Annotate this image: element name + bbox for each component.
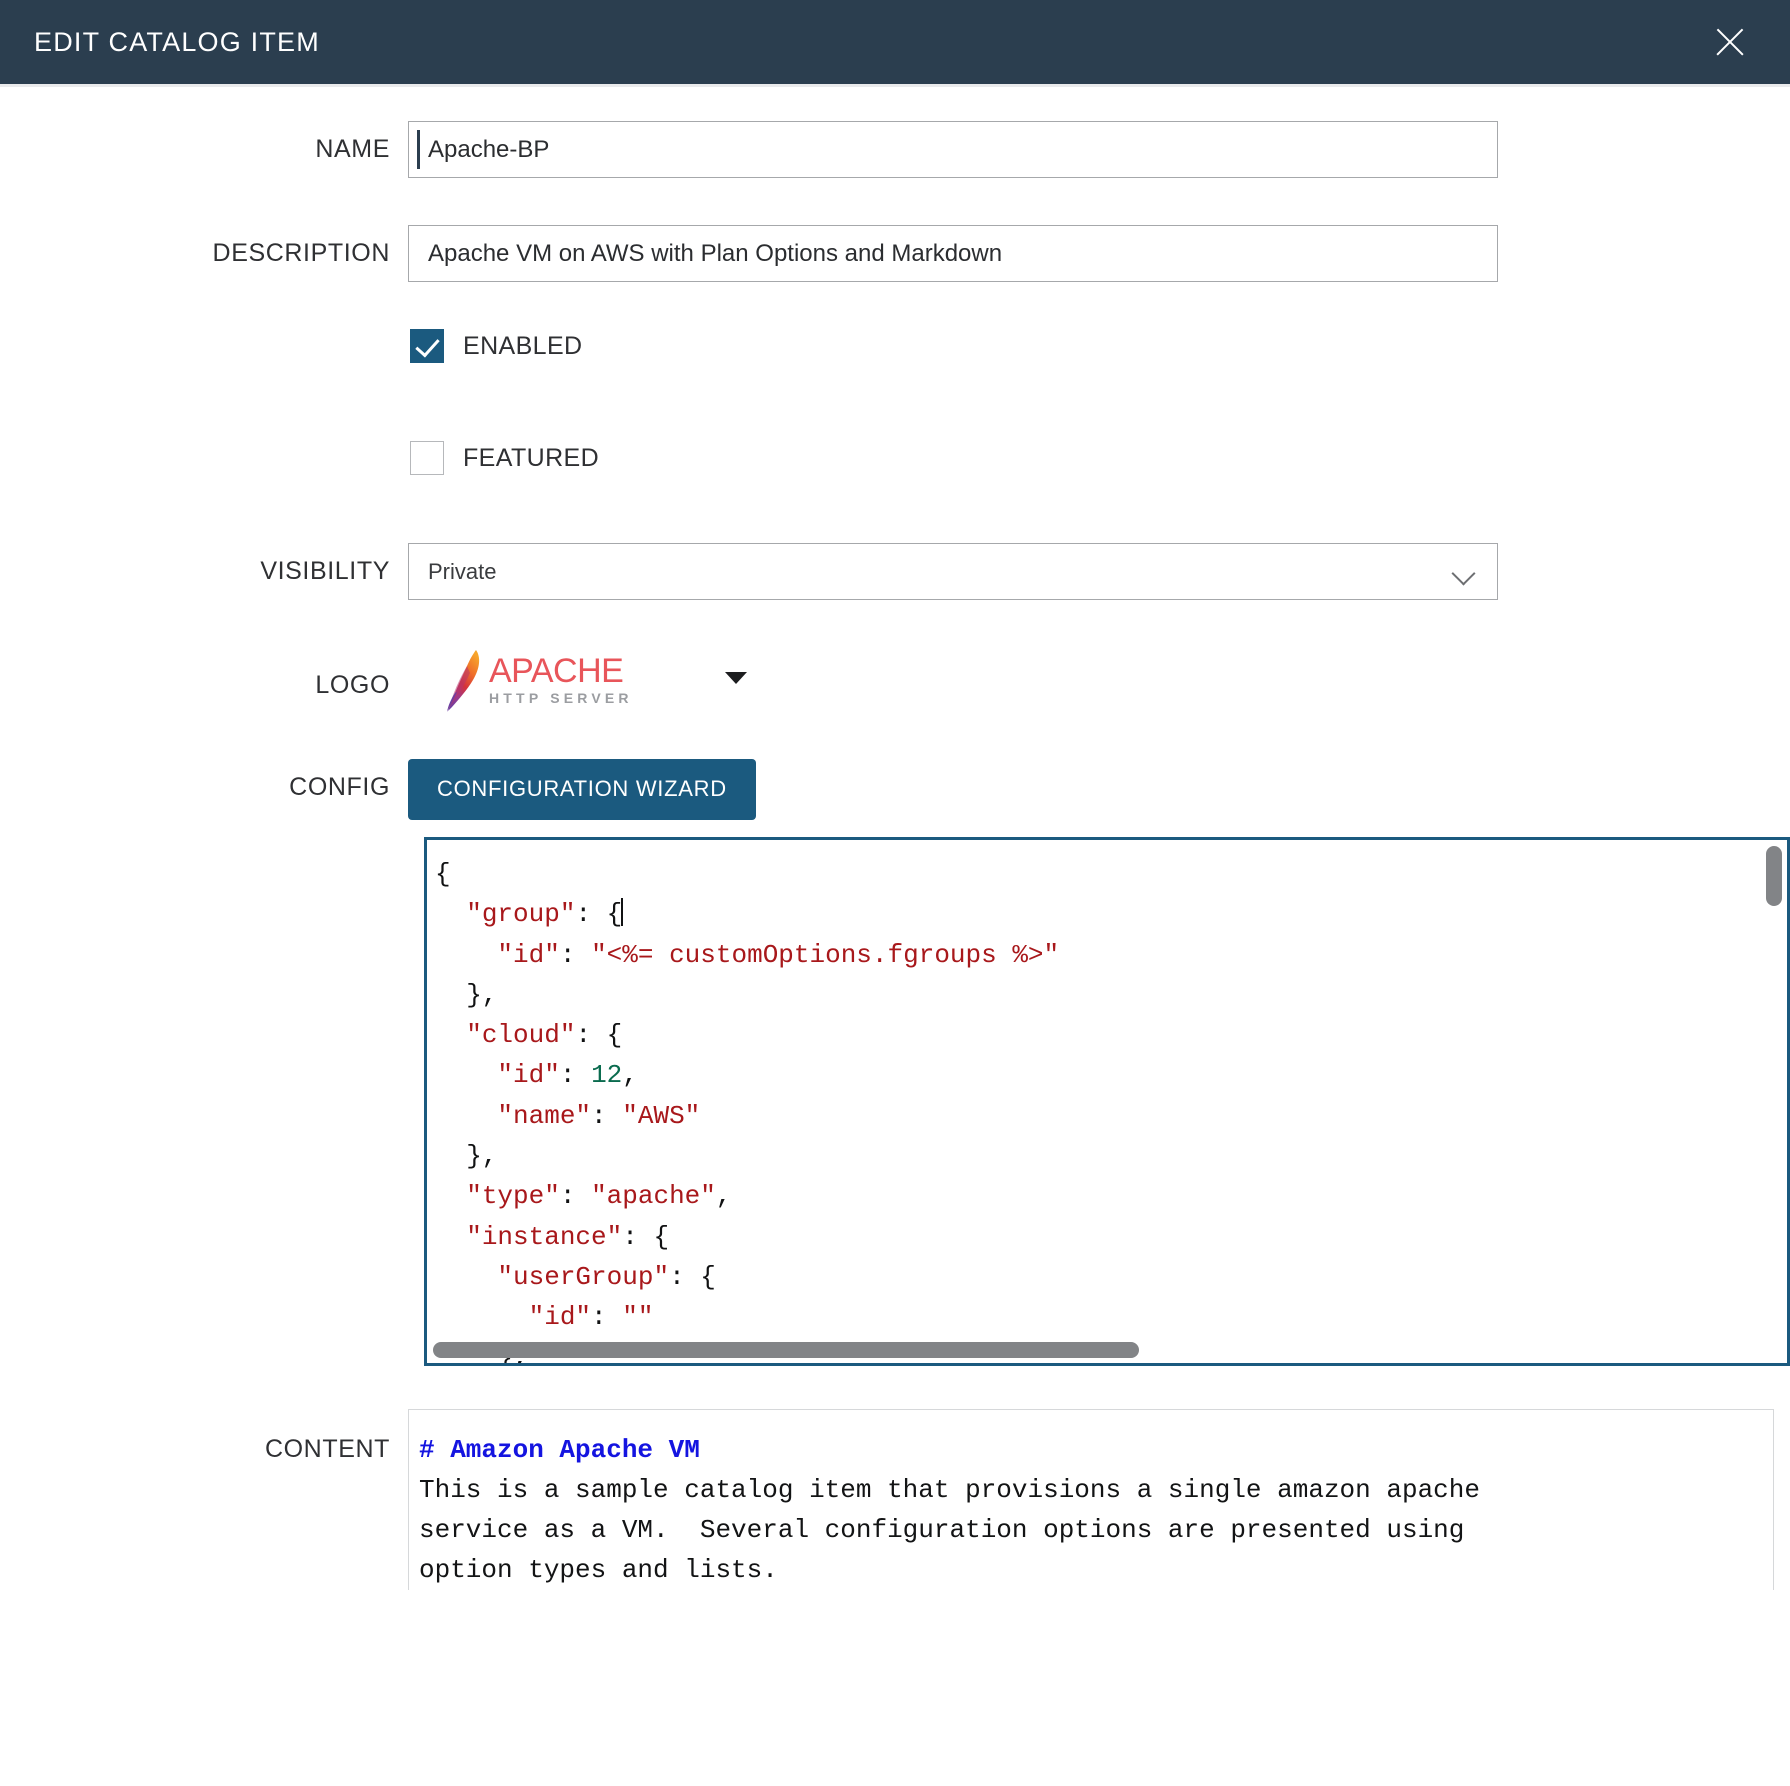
form-row-config: CONFIG CONFIGURATION WIZARD — [0, 759, 1790, 821]
apache-subtitle: HTTP SERVER — [489, 688, 633, 709]
content-heading: # Amazon Apache VM — [419, 1435, 700, 1465]
name-input[interactable]: Apache-BP — [408, 121, 1498, 178]
featured-label: FEATURED — [463, 444, 599, 473]
apache-http-server-logo: APACHE HTTP SERVER — [442, 643, 633, 713]
name-label: NAME — [0, 121, 408, 164]
form-row-featured: FEATURED — [0, 441, 1790, 543]
form-row-visibility: VISIBILITY Private — [0, 543, 1790, 643]
name-input-value: Apache-BP — [428, 136, 549, 164]
enabled-checkbox-group: ENABLED — [408, 329, 1790, 363]
configuration-wizard-button[interactable]: CONFIGURATION WIZARD — [408, 759, 756, 820]
content-markdown-editor[interactable]: # Amazon Apache VM This is a sample cata… — [408, 1409, 1774, 1590]
logo-label: LOGO — [0, 643, 408, 700]
visibility-select[interactable]: Private — [408, 543, 1498, 600]
logo-dropdown-caret-icon[interactable] — [725, 672, 747, 684]
code-text-caret — [621, 898, 623, 926]
content-label: CONTENT — [0, 1409, 408, 1464]
chevron-down-icon — [1451, 565, 1477, 579]
description-label: DESCRIPTION — [0, 225, 408, 268]
form-row-logo: LOGO — [0, 643, 1790, 759]
visibility-label: VISIBILITY — [0, 543, 408, 586]
form-row-content: CONTENT # Amazon Apache VM This is a sam… — [0, 1409, 1790, 1590]
enabled-label: ENABLED — [463, 332, 583, 361]
description-input-value: Apache VM on AWS with Plan Options and M… — [428, 240, 1002, 268]
text-caret — [417, 130, 420, 169]
close-icon[interactable] — [1706, 18, 1754, 66]
config-code-editor[interactable]: { "group": { "id": "<%= customOptions.fg… — [424, 837, 1790, 1366]
config-code-text: { "group": { "id": "<%= customOptions.fg… — [427, 840, 1787, 1366]
form-row-name: NAME Apache-BP — [0, 121, 1790, 225]
edit-catalog-item-form: NAME Apache-BP DESCRIPTION Apache VM on … — [0, 87, 1790, 1590]
page-title: EDIT CATALOG ITEM — [34, 29, 320, 56]
form-row-enabled: ENABLED — [0, 329, 1790, 441]
enabled-checkbox[interactable] — [410, 329, 444, 363]
featured-checkbox-group: FEATURED — [408, 441, 1790, 475]
vertical-scrollbar[interactable] — [1766, 846, 1782, 1363]
featured-checkbox[interactable] — [410, 441, 444, 475]
modal-header: EDIT CATALOG ITEM — [0, 0, 1790, 84]
content-body: This is a sample catalog item that provi… — [419, 1475, 1480, 1585]
description-input[interactable]: Apache VM on AWS with Plan Options and M… — [408, 225, 1498, 282]
apache-feather-icon — [442, 647, 486, 713]
visibility-selected-value: Private — [428, 559, 496, 585]
horizontal-scrollbar[interactable] — [433, 1342, 1759, 1358]
config-label: CONFIG — [0, 759, 408, 802]
form-row-description: DESCRIPTION Apache VM on AWS with Plan O… — [0, 225, 1790, 329]
horizontal-scrollbar-thumb[interactable] — [433, 1342, 1139, 1358]
apache-wordmark: APACHE — [489, 655, 633, 688]
vertical-scrollbar-thumb[interactable] — [1766, 846, 1782, 906]
